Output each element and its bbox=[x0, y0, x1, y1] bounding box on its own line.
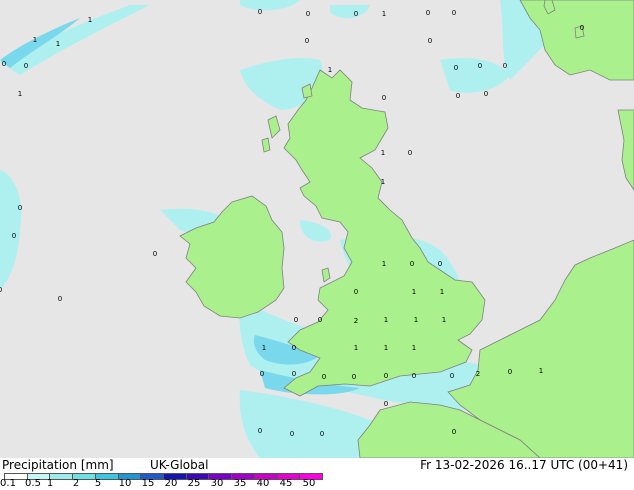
map-value-label: 2 bbox=[354, 317, 358, 325]
map-value-label: 1 bbox=[382, 260, 386, 268]
map-value-label: 1 bbox=[18, 90, 22, 98]
map-value-label: 1 bbox=[33, 36, 37, 44]
map-value-label: 0 bbox=[438, 260, 442, 268]
map-value-label: 0 bbox=[450, 372, 454, 380]
color-scale-tick-label: 5 bbox=[94, 478, 102, 489]
color-scale-tick-label: 10 bbox=[118, 478, 132, 489]
map-value-label: 1 bbox=[354, 344, 358, 352]
color-scale-tick-label: 30 bbox=[210, 478, 224, 489]
map-value-label: 0 bbox=[408, 149, 412, 157]
map-value-label: 0 bbox=[320, 430, 324, 438]
map-value-label: 1 bbox=[328, 66, 332, 74]
map-value-label: 1 bbox=[381, 178, 385, 186]
map-value-label: 1 bbox=[384, 316, 388, 324]
map-value-label: 0 bbox=[503, 62, 507, 70]
color-scale-tick-label: 2 bbox=[72, 478, 80, 489]
map-value-label: 1 bbox=[381, 149, 385, 157]
map-value-label: 0 bbox=[484, 90, 488, 98]
map-value-label: 1 bbox=[382, 10, 386, 18]
map-value-label: 0 bbox=[290, 430, 294, 438]
legend-footer: Precipitation [mm] UK-Global Fr 13-02-20… bbox=[0, 458, 634, 490]
map-value-label: 0 bbox=[478, 62, 482, 70]
map-value-label: 0 bbox=[410, 260, 414, 268]
map-value-label: 0 bbox=[258, 427, 262, 435]
map-value-label: 2 bbox=[476, 370, 480, 378]
map-value-label: 0 bbox=[508, 368, 512, 376]
map-value-label: 0 bbox=[153, 250, 157, 258]
weather-map-panel: 1110100001001000000000110000000021111000… bbox=[0, 0, 634, 490]
map-value-label: 0 bbox=[454, 64, 458, 72]
map-value-label: 0 bbox=[426, 9, 430, 17]
map-value-label: 0 bbox=[452, 9, 456, 17]
map-value-label: 1 bbox=[412, 344, 416, 352]
valid-time: Fr 13-02-2026 16..17 UTC (00+41) bbox=[420, 458, 628, 472]
map-value-label: 1 bbox=[414, 316, 418, 324]
map-value-label: 0 bbox=[258, 8, 262, 16]
map-value-label: 0 bbox=[306, 10, 310, 18]
map-value-label: 0 bbox=[322, 373, 326, 381]
color-scale-tick-label: 25 bbox=[187, 478, 201, 489]
map-value-label: 0 bbox=[354, 10, 358, 18]
map-value-label: 1 bbox=[384, 344, 388, 352]
color-scale-tick-label: 45 bbox=[279, 478, 293, 489]
map-value-label: 0 bbox=[412, 372, 416, 380]
map-value-label: 0 bbox=[294, 316, 298, 324]
precipitation-map: 1 1 1 0 1 0 0 0 0 1 0 0 1 0 0 0 0 0 0 0 0 0 1 1 0 0 0 0 0 0 0 0 2 1 1 1 1 0 0 0… bbox=[0, 0, 634, 458]
map-value-label: 0 bbox=[12, 232, 16, 240]
color-scale-tick-label: 15 bbox=[141, 478, 155, 489]
map-value-label: 1 bbox=[88, 16, 92, 24]
map-value-label: 0 bbox=[456, 92, 460, 100]
color-scale-tick-label: 0.5 bbox=[25, 478, 41, 489]
map-value-label: 1 bbox=[539, 367, 543, 375]
color-scale-tick-label: 0.1 bbox=[0, 478, 16, 489]
color-scale-tick-label: 40 bbox=[256, 478, 270, 489]
map-value-label: 0 bbox=[0, 286, 2, 294]
map-value-label: 0 bbox=[352, 373, 356, 381]
model-name: UK-Global bbox=[150, 458, 209, 472]
map-value-label: 0 bbox=[580, 24, 584, 32]
map-value-label: 0 bbox=[24, 62, 28, 70]
color-scale-tick-label: 20 bbox=[164, 478, 178, 489]
map-value-label: 0 bbox=[318, 316, 322, 324]
color-scale-tick-label: 1 bbox=[46, 478, 54, 489]
map-value-label: 1 bbox=[56, 40, 60, 48]
color-scale-tick-label: 50 bbox=[302, 478, 316, 489]
map-value-label: 0 bbox=[384, 372, 388, 380]
map-value-label: 1 bbox=[442, 316, 446, 324]
map-value-label: 0 bbox=[58, 295, 62, 303]
color-scale-tick-label: 35 bbox=[233, 478, 247, 489]
map-value-label: 0 bbox=[382, 94, 386, 102]
map-value-label: 1 bbox=[262, 344, 266, 352]
map-value-label: 0 bbox=[305, 37, 309, 45]
map-value-label: 0 bbox=[384, 400, 388, 408]
map-value-label: 0 bbox=[292, 370, 296, 378]
map-value-label: 0 bbox=[452, 428, 456, 436]
map-value-label: 1 bbox=[440, 288, 444, 296]
map-value-label: 0 bbox=[292, 344, 296, 352]
map-value-label: 0 bbox=[260, 370, 264, 378]
map-value-label: 0 bbox=[428, 37, 432, 45]
map-value-label: 1 bbox=[412, 288, 416, 296]
legend-title: Precipitation [mm] bbox=[2, 458, 114, 472]
map-value-label: 0 bbox=[18, 204, 22, 212]
map-value-label: 0 bbox=[2, 60, 6, 68]
map-value-label: 0 bbox=[354, 288, 358, 296]
